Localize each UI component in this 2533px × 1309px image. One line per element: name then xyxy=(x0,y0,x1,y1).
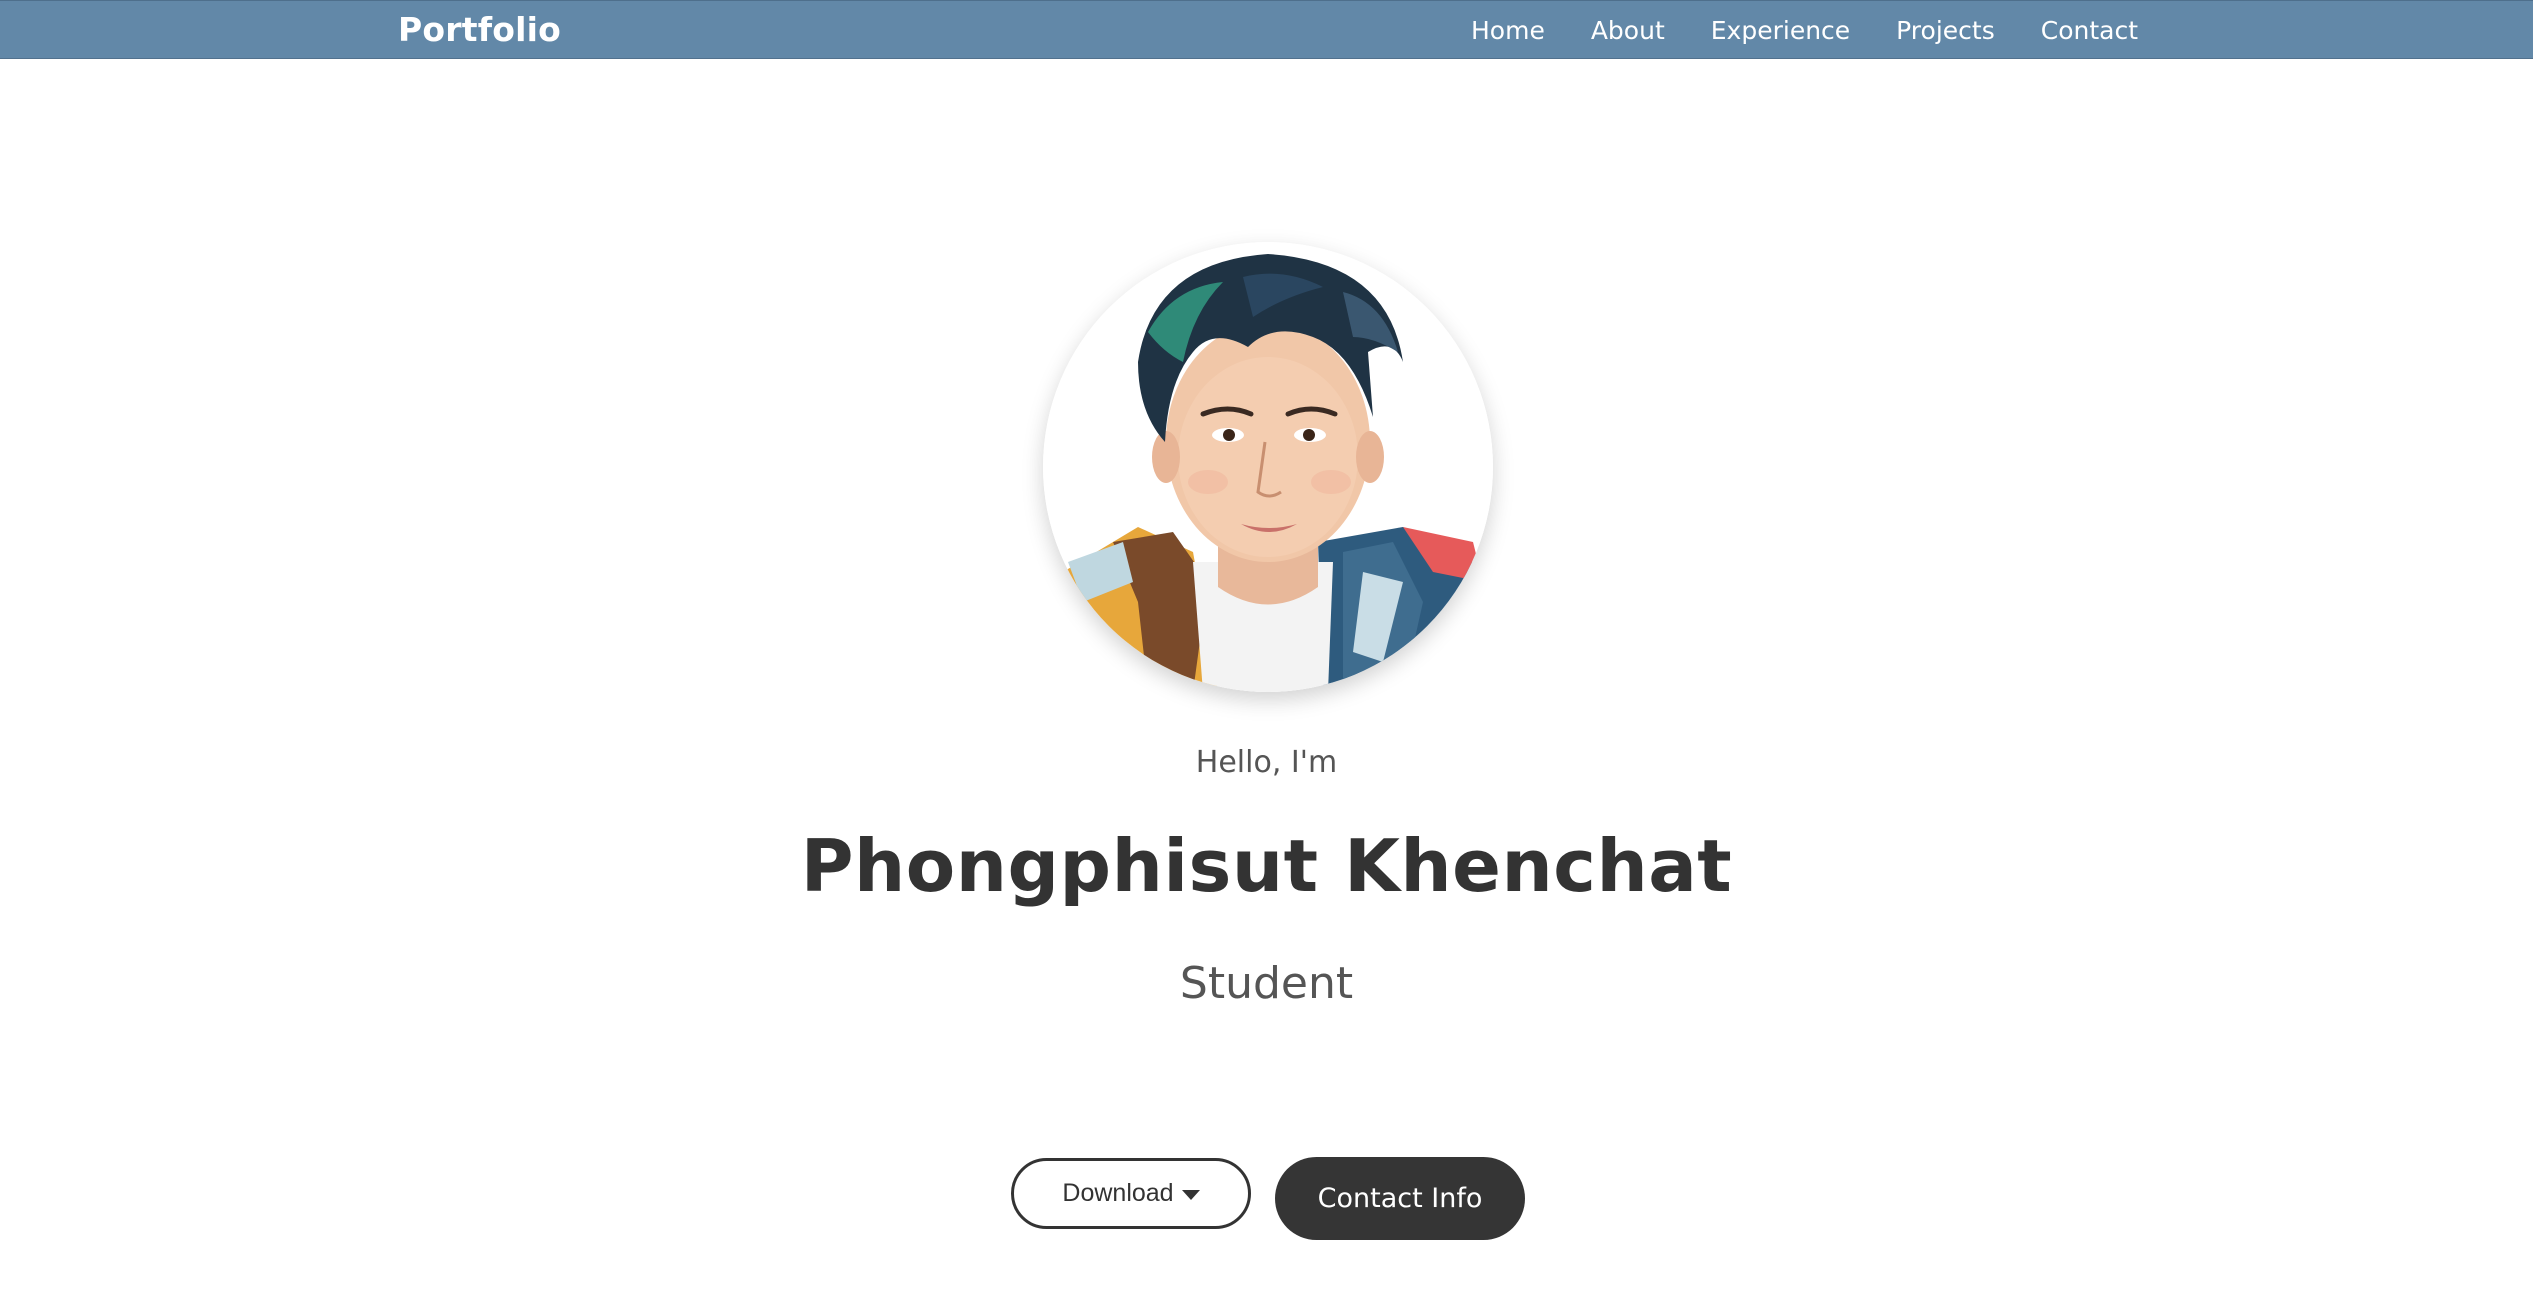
download-button-label: Download xyxy=(1062,1179,1174,1207)
navbar: Portfolio Home About Experience Projects… xyxy=(0,0,2533,59)
hero-section: Hello, I'm Phongphisut Khenchat Student … xyxy=(0,59,2533,1309)
greeting-text: Hello, I'm xyxy=(1195,745,1338,780)
nav-link-projects[interactable]: Projects xyxy=(1896,16,1995,45)
nav-link-contact[interactable]: Contact xyxy=(2041,16,2138,45)
profile-name: Phongphisut Khenchat xyxy=(800,824,1733,908)
profile-role: Student xyxy=(1179,958,1354,1009)
download-button[interactable]: Download xyxy=(1011,1158,1251,1229)
caret-down-icon xyxy=(1181,1190,1200,1200)
contact-info-button[interactable]: Contact Info xyxy=(1275,1157,1525,1240)
brand-logo[interactable]: Portfolio xyxy=(398,1,561,60)
nav-link-experience[interactable]: Experience xyxy=(1711,16,1850,45)
nav-link-about[interactable]: About xyxy=(1591,16,1665,45)
portrait-illustration xyxy=(1043,242,1493,692)
nav-link-home[interactable]: Home xyxy=(1471,16,1545,45)
nav-links: Home About Experience Projects Contact xyxy=(1471,1,2138,60)
profile-avatar xyxy=(1043,242,1493,692)
